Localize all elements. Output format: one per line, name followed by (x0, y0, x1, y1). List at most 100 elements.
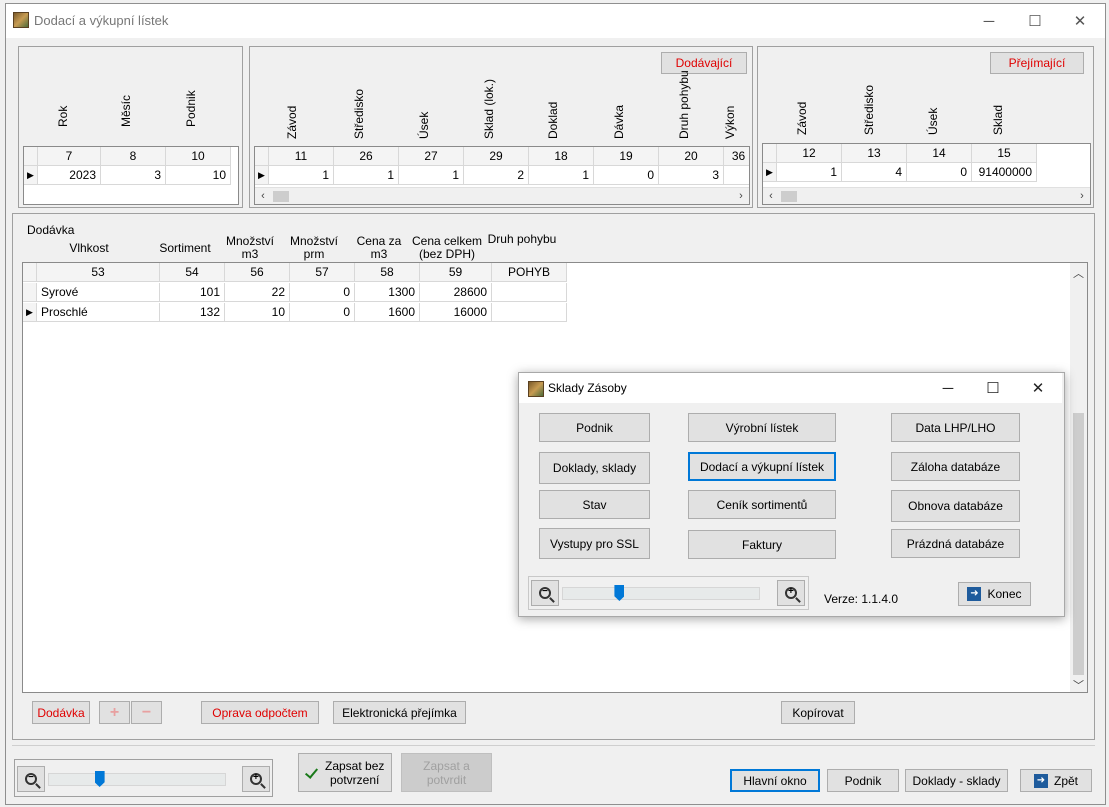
stav-button[interactable]: Stav (539, 490, 650, 519)
cell-davka[interactable]: 0 (594, 166, 659, 185)
col-13: 13 (842, 144, 907, 163)
cell-cena[interactable]: 1300 (355, 283, 420, 302)
zapsat-a-potvrdit-button[interactable]: Zapsat a potvrdit (401, 753, 492, 792)
col-12: 12 (777, 144, 842, 163)
podnik-button[interactable]: Podnik (827, 769, 899, 792)
vyrobni-listek-button[interactable]: Výrobní lístek (688, 413, 836, 442)
prazdna-databaze-button[interactable]: Prázdná databáze (891, 529, 1020, 558)
cell-zavod[interactable]: 1 (777, 163, 842, 182)
cell-stredisko[interactable]: 4 (842, 163, 907, 182)
table-row[interactable]: ▶ Proschlé 132 10 0 1600 16000 (23, 303, 567, 322)
row-pointer-icon: ▶ (24, 166, 38, 185)
minimize-button[interactable]: ─ (967, 8, 1011, 34)
sklady-zasoby-dialog: Sklady Zásoby ─ ☐ ✕ Podnik Výrobní líste… (518, 372, 1065, 617)
zoom-out-button[interactable]: − (17, 766, 45, 792)
doklady-sklady-menu-button[interactable]: Doklady, sklady (539, 452, 650, 484)
scroll-thumb[interactable] (781, 191, 797, 202)
cell-vlhkost[interactable]: Proschlé (37, 303, 160, 322)
cell-sortiment[interactable]: 101 (160, 283, 225, 302)
scroll-down-icon[interactable]: ﹀ (1070, 677, 1087, 692)
header-stredisko: Středisko (862, 84, 876, 135)
header-zavod: Závod (795, 101, 809, 135)
cell-zavod[interactable]: 1 (269, 166, 334, 185)
dialog-zoom-slider[interactable] (562, 587, 760, 600)
app-icon (13, 12, 29, 28)
cell-mnozstvi-m3[interactable]: 10 (225, 303, 290, 322)
zaloha-databaze-button[interactable]: Záloha databáze (891, 452, 1020, 481)
cell-vykon[interactable] (724, 166, 749, 185)
cell-druh[interactable] (492, 283, 567, 302)
elektronicka-prejimka-button[interactable]: Elektronická přejímka (333, 701, 466, 724)
dodaci-vykupni-listek-button[interactable]: Dodací a výkupní lístek (688, 452, 836, 481)
cenik-sortimentu-button[interactable]: Ceník sortimentů (688, 490, 836, 519)
col-10: 10 (166, 147, 231, 166)
cell-mnozstvi-prm[interactable]: 0 (290, 283, 355, 302)
kopirovat-button[interactable]: Kopírovat (781, 701, 855, 724)
vystupy-pro-ssl-button[interactable]: Vystupy pro SSL (539, 528, 650, 559)
cell-sortiment[interactable]: 132 (160, 303, 225, 322)
add-button[interactable]: + (99, 701, 130, 724)
scroll-up-icon[interactable]: ︿ (1070, 265, 1087, 281)
header-sklad: Sklad (991, 104, 1005, 135)
table-row[interactable]: ▶ 1 1 1 2 1 0 3 (255, 166, 749, 185)
prejimajici-button[interactable]: Přejímající (990, 52, 1084, 74)
dialog-minimize-button[interactable]: ─ (926, 375, 970, 401)
zoom-in-button[interactable]: + (242, 766, 270, 792)
cell-druh[interactable]: 3 (659, 166, 724, 185)
horizontal-scrollbar[interactable]: ‹ › (255, 187, 749, 204)
faktury-button[interactable]: Faktury (688, 530, 836, 559)
dialog-close-button[interactable]: ✕ (1016, 375, 1060, 401)
cell-druh[interactable] (492, 303, 567, 322)
scroll-right-icon[interactable]: › (1074, 188, 1090, 204)
scroll-thumb[interactable] (273, 191, 289, 202)
hlavni-okno-button[interactable]: Hlavní okno (730, 769, 820, 792)
dialog-zoom-in-button[interactable]: + (777, 580, 805, 606)
obnova-databaze-button[interactable]: Obnova databáze (891, 490, 1020, 522)
dialog-maximize-button[interactable]: ☐ (971, 375, 1015, 401)
cell-rok[interactable]: 2023 (38, 166, 101, 185)
dodavka-button[interactable]: Dodávka (32, 701, 90, 724)
dialog-title-bar: Sklady Zásoby ─ ☐ ✕ (519, 373, 1062, 403)
maximize-button[interactable]: ☐ (1013, 8, 1057, 34)
zapsat-bez-potvrzeni-button[interactable]: Zapsat bez potvrzení (298, 753, 392, 792)
zpet-button[interactable]: ➜ Zpět (1020, 769, 1092, 792)
vertical-scrollbar[interactable]: ︿ ﹀ (1070, 263, 1087, 692)
dialog-zoom-out-button[interactable]: − (531, 580, 559, 606)
cell-doklad[interactable]: 1 (529, 166, 594, 185)
scroll-left-icon[interactable]: ‹ (763, 188, 779, 204)
data-lhp-button[interactable]: Data LHP/LHO (891, 413, 1020, 442)
cell-cena-celkem[interactable]: 28600 (420, 283, 492, 302)
cell-usek[interactable]: 1 (399, 166, 464, 185)
cell-cena[interactable]: 1600 (355, 303, 420, 322)
table-row[interactable]: ▶ 2023 3 10 (24, 166, 231, 185)
cell-vlhkost[interactable]: Syrové (37, 283, 160, 302)
cell-mesic[interactable]: 3 (101, 166, 166, 185)
table-row[interactable]: Syrové 101 22 0 1300 28600 (23, 283, 567, 302)
col-18: 18 (529, 147, 594, 166)
cell-podnik[interactable]: 10 (166, 166, 231, 185)
table-row[interactable]: ▶ 1 4 0 91400000 (763, 163, 1037, 182)
scroll-left-icon[interactable]: ‹ (255, 188, 271, 204)
cell-usek[interactable]: 0 (907, 163, 972, 182)
remove-button[interactable]: − (131, 701, 162, 724)
horizontal-scrollbar[interactable]: ‹ › (763, 187, 1090, 204)
cell-mnozstvi-m3[interactable]: 22 (225, 283, 290, 302)
dodavajici-button[interactable]: Dodávající (661, 52, 747, 74)
header-zavod: Závod (285, 105, 299, 139)
doklady-sklady-button[interactable]: Doklady - sklady (905, 769, 1008, 792)
header-vlhkost: Vlhkost (69, 241, 109, 255)
cell-cena-celkem[interactable]: 16000 (420, 303, 492, 322)
cell-sklad[interactable]: 2 (464, 166, 529, 185)
konec-button[interactable]: ➜ Konec (958, 582, 1031, 606)
close-button[interactable]: ✕ (1058, 8, 1102, 34)
zoom-slider[interactable] (48, 773, 226, 786)
cell-stredisko[interactable]: 1 (334, 166, 399, 185)
cell-mnozstvi-prm[interactable]: 0 (290, 303, 355, 322)
scroll-thumb[interactable] (1073, 413, 1084, 675)
zoom-in-icon: + (785, 586, 797, 599)
podnik-menu-button[interactable]: Podnik (539, 413, 650, 442)
oprava-odpoctem-button[interactable]: Oprava odpočtem (201, 701, 319, 724)
scroll-right-icon[interactable]: › (733, 188, 749, 204)
zoom-out-icon: − (25, 772, 37, 785)
cell-sklad[interactable]: 91400000 (972, 163, 1037, 182)
